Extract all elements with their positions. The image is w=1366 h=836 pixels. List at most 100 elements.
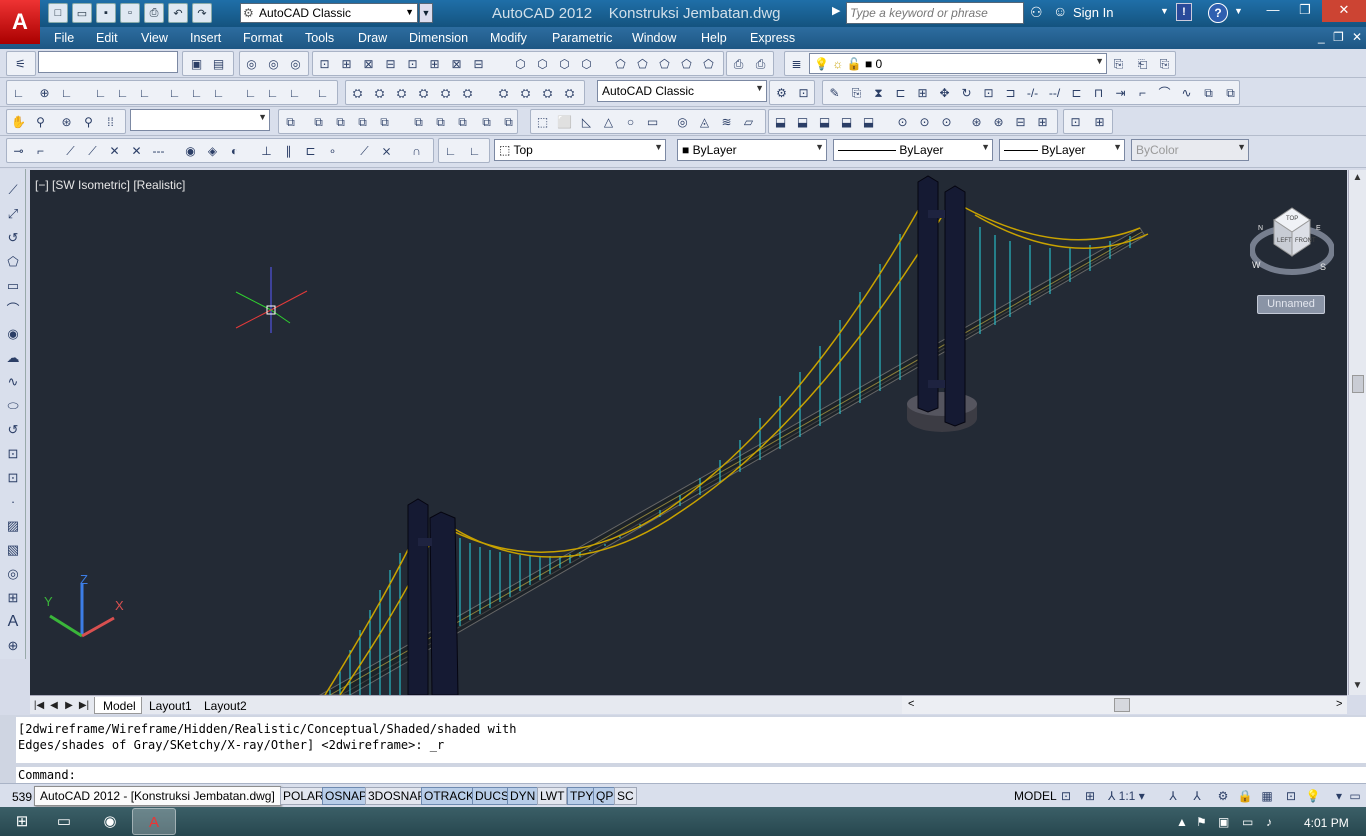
snap-from-icon[interactable]: ⌐	[32, 143, 49, 160]
last-tab-icon[interactable]: ▶|	[78, 699, 90, 712]
model-tool-icon-6[interactable]: ⛭	[459, 85, 476, 102]
maximize-button[interactable]: ❐	[1290, 0, 1320, 22]
tool-icon-7[interactable]: ⊠	[448, 56, 465, 73]
osnap-settings-icon[interactable]: ∩	[408, 143, 425, 160]
tool-icon-8[interactable]: ⊟	[470, 56, 487, 73]
snap-insert-icon[interactable]: ⊏	[302, 143, 319, 160]
vertical-scrollbar[interactable]: ▲ ▼	[1348, 170, 1366, 695]
model-tool-icon-2[interactable]: ⛭	[371, 85, 388, 102]
union-icon[interactable]: ⊙	[894, 114, 911, 131]
ucs-view-icon[interactable]: ∟	[136, 85, 153, 102]
model-tool-icon-7[interactable]: ⛭	[495, 85, 512, 102]
3d-align-icon[interactable]: ⊟	[1012, 114, 1029, 131]
clean-screen-icon[interactable]: ▭	[1346, 787, 1364, 805]
workspace-settings-icon[interactable]: ⚙	[773, 85, 790, 102]
qat-dropdown-button[interactable]: ▼	[419, 3, 433, 23]
polyline-icon[interactable]: ↺	[4, 229, 22, 247]
multiline-text-icon[interactable]: A	[4, 613, 22, 631]
break-at-point-icon[interactable]: ⊓	[1090, 85, 1107, 102]
solid-edit-icon-2[interactable]: ⧉	[310, 114, 327, 131]
erase-icon[interactable]: ✎	[826, 85, 843, 102]
doc-minimize-button[interactable]: _	[1318, 30, 1325, 44]
command-input[interactable]: Command:	[16, 767, 1366, 783]
lock-icon[interactable]: 🔒	[1236, 787, 1254, 805]
layer-states-icon[interactable]: ⎘	[1156, 56, 1173, 73]
battery-icon[interactable]: ▭	[1242, 815, 1253, 829]
tool-icon-2[interactable]: ⊞	[338, 56, 355, 73]
box-icon[interactable]: ⬜	[556, 114, 573, 131]
model-tool-icon-9[interactable]: ⛭	[539, 85, 556, 102]
clock[interactable]: 4:01 PM	[1304, 816, 1349, 830]
prev-tab-icon[interactable]: ◀	[48, 699, 60, 712]
match-properties-icon[interactable]: ⚟	[12, 56, 29, 73]
planar-surface-icon[interactable]: ▱	[740, 114, 757, 131]
scroll-up-icon[interactable]: ▲	[1349, 170, 1366, 186]
workspace-switching-icon[interactable]: ⚙	[1214, 787, 1232, 805]
ucs-face-icon[interactable]: ∟	[92, 85, 109, 102]
snap-apparent-icon[interactable]: ✕	[128, 143, 145, 160]
snap-quadrant-icon[interactable]: ◈	[204, 143, 221, 160]
make-block-icon[interactable]: ⊡	[4, 469, 22, 487]
solid-edit-icon-7[interactable]: ⧉	[432, 114, 449, 131]
next-tab-icon[interactable]: ▶	[63, 699, 75, 712]
intersect-icon[interactable]: ⊙	[938, 114, 955, 131]
customize-icon[interactable]: ⊡	[795, 85, 812, 102]
solid-edit-icon-6[interactable]: ⧉	[410, 114, 427, 131]
file-explorer-icon[interactable]: ▭	[42, 808, 86, 835]
layer-properties-icon[interactable]: ≣	[788, 56, 805, 73]
fillet-icon[interactable]: ⌒	[1156, 85, 1173, 102]
offset-icon[interactable]: ⊏	[892, 85, 909, 102]
ucs-menu-button[interactable]: Unnamed	[1257, 295, 1325, 314]
model-tool-icon-3[interactable]: ⛭	[393, 85, 410, 102]
exchange-icon[interactable]: !	[1176, 3, 1192, 21]
model-space-toggle[interactable]: MODEL	[1014, 789, 1057, 803]
gradient-icon[interactable]: ▧	[4, 541, 22, 559]
ucs-zaxis-icon[interactable]: ∟	[188, 85, 205, 102]
revolve-icon[interactable]: ⬓	[838, 114, 855, 131]
close-button[interactable]: ✕	[1322, 0, 1366, 22]
start-icon[interactable]: ⊞	[0, 808, 44, 835]
zoom-realtime-icon[interactable]: ◎	[243, 56, 260, 73]
save-icon[interactable]: ▪	[96, 3, 116, 23]
snap-none-icon[interactable]: ⨯	[378, 143, 395, 160]
vertical-scroll-thumb[interactable]	[1352, 375, 1364, 393]
toggle-sc[interactable]: SC	[614, 787, 637, 805]
snap-node-icon[interactable]: ∘	[324, 143, 341, 160]
ucs-previous-icon[interactable]: ∟	[58, 85, 75, 102]
3d-move-icon[interactable]: ⊛	[968, 114, 985, 131]
model-tool-icon-10[interactable]: ⛭	[561, 85, 578, 102]
model-tool-icon-5[interactable]: ⛭	[437, 85, 454, 102]
solid-edit-icon-8[interactable]: ⧉	[454, 114, 471, 131]
menu-edit[interactable]: Edit	[96, 31, 118, 45]
named-view-combo[interactable]	[38, 51, 178, 73]
help-dropdown-icon[interactable]: ▼	[1234, 6, 1243, 16]
workspace-switcher[interactable]: ⚙ AutoCAD Classic ▼	[240, 3, 418, 23]
ucs-origin-icon[interactable]: ∟	[166, 85, 183, 102]
pan-icon[interactable]: ✋	[10, 114, 27, 131]
toggle-otrack[interactable]: OTRACK	[421, 787, 478, 805]
scroll-down-icon[interactable]: ▼	[1349, 678, 1366, 694]
toggle-3dosnap[interactable]: 3DOSNAP	[365, 787, 429, 805]
zoom-window-icon[interactable]: ◎	[265, 56, 282, 73]
application-menu-button[interactable]: A	[0, 0, 40, 44]
auto-scale-icon[interactable]: ⅄	[1188, 787, 1206, 805]
snap-tangent-icon[interactable]: ◐	[226, 143, 243, 160]
revcloud-icon[interactable]: ☁	[4, 349, 22, 367]
snap-perpendicular-icon[interactable]: ⊥	[258, 143, 275, 160]
mirror-icon[interactable]: ⧗	[870, 85, 887, 102]
help-icon[interactable]: ?	[1208, 3, 1228, 23]
line-icon[interactable]: ⟋	[4, 181, 22, 199]
menu-format[interactable]: Format	[243, 31, 283, 45]
workspace-combo[interactable]: AutoCAD Classic ▼	[597, 80, 767, 102]
undo-icon[interactable]: ↶	[168, 3, 188, 23]
3d-array-icon[interactable]: ⊞	[1034, 114, 1051, 131]
spline-icon[interactable]: ∿	[4, 373, 22, 391]
add-selected-icon[interactable]: ⊕	[4, 637, 22, 655]
solid-edit-icon-1[interactable]: ⧉	[282, 114, 299, 131]
quick-view-drawings-icon[interactable]: ⊞	[1081, 787, 1099, 805]
join-icon[interactable]: ⇥	[1112, 85, 1129, 102]
flag-icon[interactable]: ⚑	[1196, 815, 1207, 829]
zoom-window-icon[interactable]: ⚲	[80, 114, 97, 131]
ellipse-icon[interactable]: ⬭	[4, 397, 22, 415]
model-tool-icon-1[interactable]: ⛭	[349, 85, 366, 102]
